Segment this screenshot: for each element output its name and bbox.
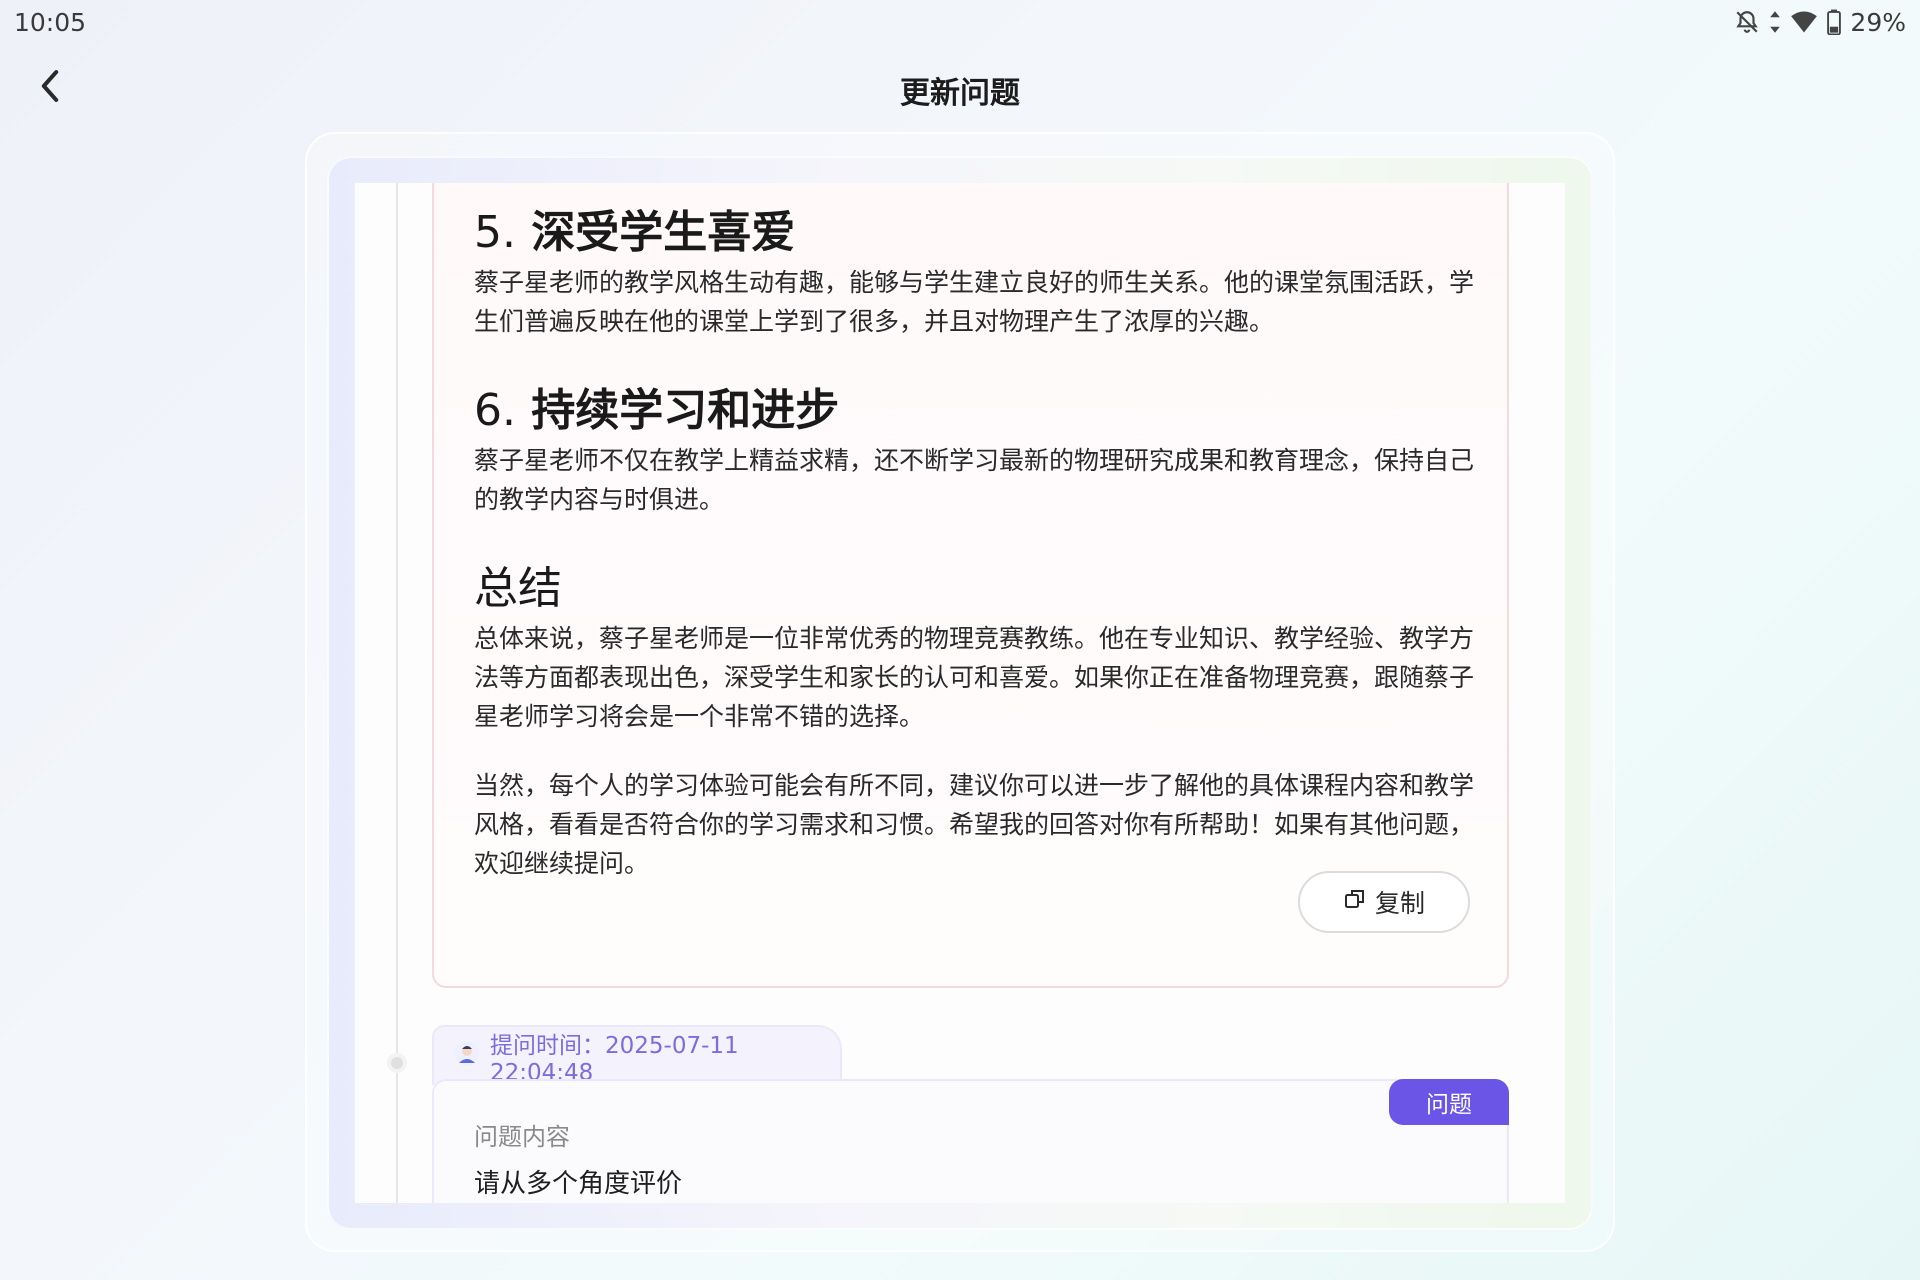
data-arrows-icon: [1768, 10, 1782, 34]
copy-icon: [1343, 887, 1367, 917]
summary-heading: 总结: [474, 563, 562, 614]
summary-text: 总体来说，蔡子星老师是一位非常优秀的物理竞赛教练。他在专业知识、教学经验、教学方…: [474, 624, 1475, 731]
timeline-dot: [387, 1053, 407, 1073]
bell-off-icon: [1734, 9, 1760, 35]
question-time-tab: 提问时间：2025-07-11 22:04:48: [432, 1025, 842, 1086]
section-heading: 5. 深受学生喜爱: [474, 207, 796, 258]
question-content-label: 问题内容: [474, 1123, 570, 1151]
conversation-scroll-area[interactable]: 5. 深受学生喜爱 蔡子星老师的教学风格生动有趣，能够与学生建立良好的师生关系。…: [355, 183, 1565, 1203]
status-time: 10:05: [14, 7, 87, 37]
status-bar: 10:05 29%: [0, 0, 1920, 44]
copy-label: 复制: [1374, 889, 1425, 918]
section-heading: 6. 持续学习和进步: [474, 385, 840, 436]
user-avatar-icon: [454, 1040, 480, 1072]
battery-percent: 29%: [1850, 7, 1906, 37]
wifi-icon: [1790, 10, 1818, 34]
header: 更新问题: [0, 56, 1920, 122]
question-content: 请从多个角度评价: [474, 1169, 683, 1199]
section-text: 蔡子星老师不仅在教学上精益求精，还不断学习最新的物理研究成果和教育理念，保持自己…: [474, 446, 1475, 514]
answer-body: 5. 深受学生喜爱 蔡子星老师的教学风格生动有趣，能够与学生建立良好的师生关系。…: [474, 205, 1474, 883]
answer-card: 5. 深受学生喜爱 蔡子星老师的教学风格生动有趣，能够与学生建立良好的师生关系。…: [432, 183, 1509, 988]
question-card: 问题 问题内容 请从多个角度评价: [432, 1079, 1509, 1203]
battery-icon: [1826, 9, 1842, 35]
summary-section: 总结 总体来说，蔡子星老师是一位非常优秀的物理竞赛教练。他在专业知识、教学经验、…: [474, 561, 1474, 883]
page-title: 更新问题: [900, 76, 1020, 111]
section-text: 蔡子星老师的教学风格生动有趣，能够与学生建立良好的师生关系。他的课堂氛围活跃，学…: [474, 268, 1475, 336]
closing-text: 当然，每个人的学习体验可能会有所不同，建议你可以进一步了解他的具体课程内容和教学…: [474, 771, 1475, 878]
question-time: 提问时间：2025-07-11 22:04:48: [490, 1033, 739, 1086]
answer-section: 5. 深受学生喜爱 蔡子星老师的教学风格生动有趣，能够与学生建立良好的师生关系。…: [474, 205, 1474, 341]
status-icons: 29%: [1734, 8, 1906, 37]
copy-button[interactable]: 复制: [1298, 871, 1470, 933]
timeline-line: [396, 183, 398, 1203]
question-badge: 问题: [1389, 1079, 1509, 1125]
answer-section: 6. 持续学习和进步 蔡子星老师不仅在教学上精益求精，还不断学习最新的物理研究成…: [474, 383, 1474, 519]
